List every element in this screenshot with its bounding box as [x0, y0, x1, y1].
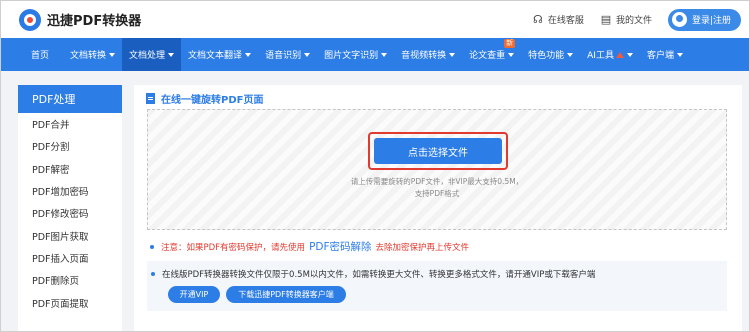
content-panel: 在线一键旋转PDF页面 点击选择文件 请上传需要旋转的PDF文件，非VIP最大支…	[134, 85, 742, 331]
nav-label: 特色功能	[528, 51, 565, 61]
top-header: 迅捷PDF转换器 ☊ 在线客服 ▤ 我的文件 登录|注册	[1, 1, 749, 38]
notice-prefix: 注意：如果PDF有密码保护，请先使用	[161, 242, 306, 253]
sidebar-item-change-password[interactable]: PDF修改密码	[18, 202, 122, 224]
support-link[interactable]: ☊ 在线客服	[532, 13, 584, 26]
sidebar-item-delete-page[interactable]: PDF删除页	[18, 269, 122, 291]
sidebar: PDF处理 PDF合并 PDF分割 PDF解密 PDF增加密码 PDF修改密码 …	[18, 85, 122, 331]
my-files-link[interactable]: ▤ 我的文件	[600, 13, 652, 26]
nav-item-home[interactable]: 首页	[17, 38, 63, 71]
nav-label: 客户端	[646, 51, 674, 61]
user-avatar-icon	[671, 12, 687, 27]
nav-item-speech[interactable]: 语音识别	[258, 38, 317, 71]
new-badge: 新	[504, 39, 516, 48]
nav-label: 首页	[31, 51, 50, 61]
nav-label: 文档转换	[70, 51, 107, 61]
nav-label: 文档处理	[129, 51, 166, 61]
nav-item-av-convert[interactable]: 音视频转换	[394, 38, 462, 71]
logo-icon	[19, 8, 41, 31]
nav-label: AI工具	[587, 51, 614, 61]
caret-down-icon	[381, 52, 388, 57]
nav-label: 文档文本翻译	[188, 51, 243, 61]
main-nav: 首页 文档转换 文档处理 文档文本翻译 语音识别 图片文字识别 音视频转换 论文…	[1, 38, 749, 71]
bullet-dot	[150, 244, 154, 249]
info-line: 在线版PDF转换器转换文件仅限于0.5M以内文件，如需转换更大文件、转换更多格式…	[151, 268, 595, 280]
upload-hint-line1: 请上传需要旋转的PDF文件，非VIP最大支持0.5M，	[350, 177, 524, 186]
nav-item-translate[interactable]: 文档文本翻译	[181, 38, 258, 71]
caret-down-icon	[449, 52, 456, 57]
nav-item-doc-convert[interactable]: 文档转换	[63, 38, 122, 71]
download-client-button[interactable]: 下载迅捷PDF转换器客户端	[226, 286, 346, 303]
support-label: 在线客服	[547, 16, 584, 26]
caret-down-icon	[676, 52, 683, 57]
upload-dropzone[interactable]: 点击选择文件 请上传需要旋转的PDF文件，非VIP最大支持0.5M， 支持PDF…	[147, 109, 727, 230]
page-title-text: 在线一键旋转PDF页面	[161, 95, 264, 106]
caret-down-icon	[567, 52, 574, 57]
nav-item-doc-process[interactable]: 文档处理	[122, 38, 182, 71]
nav-item-ai-tools[interactable]: AI工具	[580, 38, 640, 71]
caret-down-icon	[304, 52, 311, 57]
info-text: 在线版PDF转换器转换文件仅限于0.5M以内文件，如需转换更大文件、转换更多格式…	[162, 270, 596, 280]
nav-item-ocr[interactable]: 图片文字识别	[317, 38, 394, 71]
page-frame: 迅捷PDF转换器 ☊ 在线客服 ▤ 我的文件 登录|注册 首页 文档转换 文档处…	[0, 0, 750, 332]
nav-item-plagiarism[interactable]: 论文查重 新	[462, 38, 521, 71]
nav-label: 论文查重	[469, 51, 506, 61]
bullet-dot	[151, 272, 155, 276]
logo[interactable]: 迅捷PDF转换器	[19, 8, 142, 31]
caret-down-icon	[168, 52, 175, 57]
open-vip-button[interactable]: 开通VIP	[168, 286, 220, 303]
info-box: 在线版PDF转换器转换文件仅限于0.5M以内文件，如需转换更大文件、转换更多格式…	[147, 261, 727, 311]
nav-label: 音视频转换	[401, 51, 447, 61]
file-list-icon: ▤	[600, 12, 612, 26]
page-title: 在线一键旋转PDF页面	[146, 91, 263, 106]
caret-down-icon	[109, 52, 116, 57]
nav-label: 语音识别	[265, 51, 302, 61]
caret-down-icon	[508, 52, 515, 57]
select-file-button[interactable]: 点击选择文件	[374, 138, 502, 164]
my-files-label: 我的文件	[615, 16, 652, 26]
headset-icon: ☊	[533, 12, 543, 26]
login-label: 登录|注册	[691, 16, 731, 26]
upload-hint-line2: 支持PDF格式	[414, 189, 460, 198]
caret-down-icon	[245, 52, 252, 57]
password-notice: 注意：如果PDF有密码保护，请先使用 PDF密码解除 去除加密保护再上传文件	[150, 239, 469, 254]
caret-down-icon	[626, 52, 633, 57]
sidebar-item-split[interactable]: PDF分割	[18, 135, 122, 157]
logo-text: 迅捷PDF转换器	[47, 14, 142, 29]
main-area: PDF处理 PDF合并 PDF分割 PDF解密 PDF增加密码 PDF修改密码 …	[1, 71, 749, 331]
nav-label: 图片文字识别	[324, 51, 379, 61]
hot-arrow-icon	[615, 51, 624, 58]
sidebar-item-add-password[interactable]: PDF增加密码	[18, 180, 122, 202]
nav-item-features[interactable]: 特色功能	[521, 38, 580, 71]
sidebar-item-extract-page[interactable]: PDF页面提取	[18, 291, 122, 313]
sidebar-item-merge[interactable]: PDF合并	[18, 113, 122, 135]
login-button[interactable]: 登录|注册	[667, 8, 741, 31]
pdf-unlock-link[interactable]: PDF密码解除	[309, 239, 371, 254]
sidebar-item-insert-page[interactable]: PDF插入页面	[18, 247, 122, 269]
sidebar-title: PDF处理	[18, 85, 122, 113]
select-button-highlight: 点击选择文件	[368, 132, 508, 170]
sidebar-item-decrypt[interactable]: PDF解密	[18, 158, 122, 180]
notice-suffix: 去除加密保护再上传文件	[375, 242, 470, 253]
sidebar-item-extract-images[interactable]: PDF图片获取	[18, 224, 122, 246]
document-icon	[146, 93, 155, 104]
nav-item-client[interactable]: 客户端	[640, 38, 690, 71]
